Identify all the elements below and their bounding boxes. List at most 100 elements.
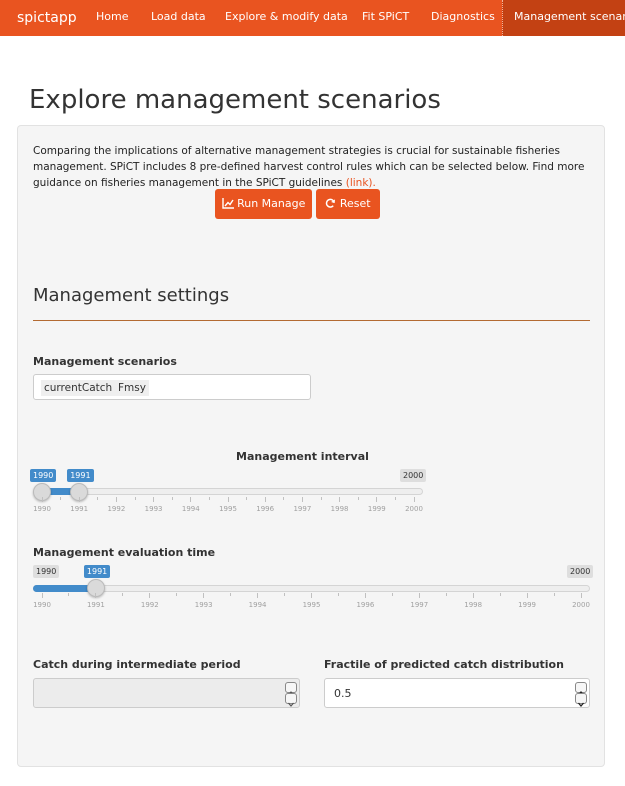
eval-time-tick <box>364 593 366 598</box>
refresh-icon <box>326 198 336 208</box>
eval-time-tick-label: 1995 <box>302 601 321 609</box>
eval-time-tick-label: 1993 <box>194 601 213 609</box>
eval-time-tick <box>580 593 582 598</box>
nav-management-scenarios-label: Management scenarios <box>514 10 625 23</box>
page-title: Explore management scenarios <box>29 85 441 115</box>
eval-time-tick-label: 1998 <box>464 601 483 609</box>
scenario-chip-currentcatch[interactable]: currentCatch <box>41 380 116 396</box>
fractile-stepper-down[interactable] <box>575 693 587 708</box>
interval-tick-label: 1993 <box>144 505 163 513</box>
interval-tick <box>376 497 378 502</box>
interval-tick-label: 1998 <box>330 505 349 513</box>
interval-tick-label: 1999 <box>367 505 386 513</box>
eval-time-minor-tick <box>230 593 232 596</box>
interval-tick <box>339 497 341 502</box>
catch-stepper <box>285 682 297 707</box>
fractile-label: Fractile of predicted catch distribution <box>324 658 564 671</box>
interval-tick <box>227 497 229 502</box>
fractile-value[interactable]: 0.5 <box>334 687 352 700</box>
interval-max-tag: 2000 <box>400 469 427 482</box>
catch-stepper-up <box>285 682 297 696</box>
interval-tick <box>301 497 303 502</box>
intro-line-3-text: guidance on fisheries management in the … <box>33 177 343 189</box>
intro-line-2: management. SPiCT includes 8 pre-defined… <box>33 161 585 173</box>
fractile-stepper[interactable] <box>575 682 587 708</box>
intro-text: Comparing the implications of alternativ… <box>33 143 593 191</box>
fractile-input[interactable]: 0.5 <box>324 678 590 708</box>
fractile-stepper-up[interactable] <box>575 682 587 696</box>
nav-home[interactable]: Home <box>96 10 128 23</box>
eval-time-minor-tick <box>68 593 70 596</box>
interval-tick-label: 1994 <box>181 505 200 513</box>
interval-tick-label: 1997 <box>293 505 312 513</box>
eval-time-minor-tick <box>499 593 501 596</box>
eval-time-label: Management evaluation time <box>33 546 216 559</box>
interval-tick <box>413 497 415 502</box>
interval-tick <box>41 497 43 502</box>
eval-time-tick-label: 1997 <box>410 601 429 609</box>
section-divider <box>33 320 590 321</box>
scenario-chip-fmsy[interactable]: Fmsy <box>115 380 149 396</box>
interval-tick <box>115 497 117 502</box>
eval-time-tick-label: 2000 <box>572 601 590 609</box>
eval-time-min-tag: 1990 <box>33 565 60 578</box>
interval-tick-label: 1992 <box>107 505 126 513</box>
nav-explore-modify-data[interactable]: Explore & modify data <box>225 10 348 23</box>
eval-time-value-tag: 1991 <box>83 565 111 578</box>
guidelines-link[interactable]: (link). <box>346 177 376 189</box>
reset-button[interactable]: Reset <box>316 189 380 219</box>
interval-minor-tick <box>134 497 136 500</box>
interval-tick <box>153 497 155 502</box>
nav-diagnostics[interactable]: Diagnostics <box>431 10 495 23</box>
interval-tick-label: 1996 <box>256 505 275 513</box>
eval-time-tick <box>418 593 420 598</box>
interval-minor-tick <box>246 497 248 500</box>
chevron-down-icon <box>288 702 294 707</box>
eval-time-minor-tick <box>122 593 124 596</box>
eval-time-tick <box>311 593 312 598</box>
eval-time-minor-tick <box>445 593 447 596</box>
intro-line-1: Comparing the implications of alternativ… <box>33 145 560 157</box>
eval-time-tick-label: 1999 <box>518 601 537 609</box>
scenarios-select[interactable]: currentCatch Fmsy <box>33 374 311 400</box>
interval-label: Management interval <box>236 450 369 463</box>
interval-tick-label: 1991 <box>70 505 89 513</box>
run-manage-label: Run Manage <box>237 197 306 210</box>
section-title: Management settings <box>33 285 230 306</box>
eval-time-tick-label: 1991 <box>86 601 105 609</box>
eval-time-tick-label: 1992 <box>140 601 159 609</box>
scenarios-label: Management scenarios <box>33 355 177 368</box>
interval-minor-tick <box>320 497 322 500</box>
eval-time-tick <box>41 593 43 598</box>
eval-time-tick <box>526 593 528 598</box>
interval-minor-tick <box>208 497 210 500</box>
catch-stepper-down <box>285 693 297 707</box>
interval-tick <box>190 497 192 502</box>
eval-time-tick <box>257 593 259 598</box>
eval-time-minor-tick <box>284 593 286 596</box>
interval-minor-tick <box>357 497 359 500</box>
nav-fit-spict[interactable]: Fit SPiCT <box>362 10 409 23</box>
run-manage-button[interactable]: Run Manage <box>215 189 312 219</box>
interval-track[interactable] <box>33 488 423 495</box>
eval-time-minor-tick <box>337 593 339 596</box>
eval-time-tick <box>149 593 151 598</box>
interval-minor-tick <box>394 497 396 500</box>
catch-input <box>33 678 300 708</box>
eval-time-tick <box>203 593 205 598</box>
interval-minor-tick <box>283 497 285 500</box>
interval-tick <box>78 497 80 502</box>
interval-tick-label: 1995 <box>219 505 237 513</box>
nav-load-data[interactable]: Load data <box>151 10 206 23</box>
eval-time-max-tag: 2000 <box>567 565 594 578</box>
interval-minor-tick <box>60 497 62 500</box>
eval-time-track[interactable] <box>33 585 590 592</box>
chevron-down-icon <box>578 702 584 708</box>
nav-management-scenarios[interactable]: Management scenarios <box>502 0 625 36</box>
eval-time-tick <box>472 593 474 598</box>
catch-label: Catch during intermediate period <box>33 658 241 671</box>
app-brand[interactable]: spictapp <box>17 10 77 26</box>
eval-time-tick-label: 1996 <box>356 601 375 609</box>
interval-minor-tick <box>171 497 173 500</box>
interval-tick-label: 2000 <box>405 505 423 513</box>
